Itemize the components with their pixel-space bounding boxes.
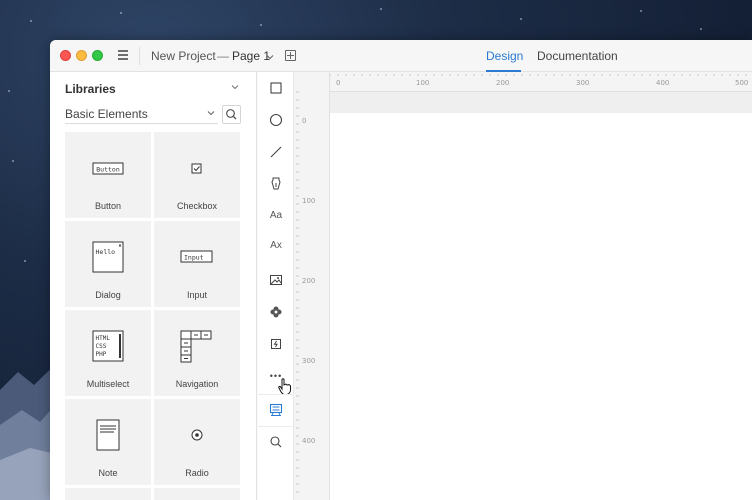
- title-bar: New Project — Page 1 Design Documentatio…: [50, 40, 752, 72]
- ruler-label-y: 0: [302, 117, 307, 125]
- search-icon: [270, 436, 282, 448]
- rectangle-icon: [270, 82, 282, 94]
- ruler-label-x: 500: [735, 79, 749, 87]
- dialog-preview-text: Hello: [96, 248, 116, 256]
- maximize-window-button[interactable]: [92, 50, 103, 61]
- ruler-label-y: 300: [302, 357, 316, 365]
- multiselect-preview-icon: HTML CSS PHP: [92, 330, 124, 362]
- line-tool[interactable]: [266, 142, 286, 162]
- design-canvas[interactable]: 0 100 200 300 400 500 0 100 200 300 400: [294, 72, 752, 500]
- toolbar-divider: [258, 394, 294, 395]
- flash-tool[interactable]: [266, 334, 286, 354]
- ellipse-icon: [269, 113, 283, 127]
- vertical-ruler[interactable]: [294, 72, 330, 500]
- button-preview-text: Button: [96, 166, 120, 174]
- hamburger-menu-icon[interactable]: [118, 50, 128, 60]
- button-preview-icon: Button: [92, 162, 124, 175]
- rectangle-tool[interactable]: [266, 78, 286, 98]
- components-icon: [269, 403, 283, 416]
- add-page-icon[interactable]: [285, 50, 296, 61]
- element-tile-radio[interactable]: Radio: [154, 399, 240, 485]
- element-label: Dialog: [95, 290, 121, 300]
- ruler-label-y: 400: [302, 437, 316, 445]
- flash-icon: [271, 339, 281, 349]
- zoom-tool[interactable]: [266, 432, 286, 452]
- collapse-chevron-icon[interactable]: [231, 83, 239, 91]
- search-icon: [226, 109, 237, 120]
- app-window: New Project — Page 1 Design Documentatio…: [50, 40, 752, 500]
- element-tile-input[interactable]: Input Input: [154, 221, 240, 307]
- ruler-label-x: 300: [576, 79, 590, 87]
- text-tool[interactable]: Aa: [266, 206, 286, 226]
- ruler-label-x: 200: [496, 79, 510, 87]
- input-preview-icon: Input: [180, 250, 213, 263]
- chevron-down-icon[interactable]: [266, 53, 274, 61]
- ellipse-tool[interactable]: [266, 110, 286, 130]
- components-tool[interactable]: [266, 400, 286, 420]
- page-selector[interactable]: Page 1: [232, 49, 270, 63]
- element-tile-note[interactable]: Note: [65, 399, 151, 485]
- image-tool[interactable]: [266, 270, 286, 290]
- titlebar-divider: [139, 47, 140, 65]
- toolbar-divider: [258, 426, 294, 427]
- pen-tool[interactable]: [266, 174, 286, 194]
- multiselect-line-1: HTML: [96, 335, 111, 342]
- input-preview-text: Input: [184, 254, 204, 262]
- ruler-label-x: 0: [336, 79, 341, 87]
- pen-icon: [271, 177, 281, 190]
- chevron-down-icon[interactable]: [207, 109, 215, 117]
- element-label: Navigation: [175, 379, 219, 389]
- element-tile-multiselect[interactable]: HTML CSS PHP Multiselect: [65, 310, 151, 396]
- ruler-label-x: 100: [416, 79, 430, 87]
- ruler-label-y: 200: [302, 277, 316, 285]
- element-label: Checkbox: [176, 201, 218, 211]
- element-tile-partial[interactable]: [154, 488, 240, 500]
- element-label: Multiselect: [86, 379, 130, 389]
- element-label: Note: [98, 468, 118, 478]
- element-tile-partial[interactable]: [65, 488, 151, 500]
- dialog-preview-icon: Hello: [92, 241, 124, 273]
- tab-documentation[interactable]: Documentation: [537, 49, 618, 63]
- navigation-preview-icon: [180, 330, 212, 363]
- element-tile-button[interactable]: Button Button: [65, 132, 151, 218]
- ruler-label-x: 400: [656, 79, 670, 87]
- horizontal-ruler[interactable]: [294, 72, 752, 92]
- multiselect-line-3: PHP: [96, 351, 107, 358]
- element-tile-dialog[interactable]: Hello Dialog: [65, 221, 151, 307]
- libraries-panel: Libraries Basic Elements Button Button C…: [50, 72, 257, 500]
- minimize-window-button[interactable]: [76, 50, 87, 61]
- element-tile-navigation[interactable]: Navigation: [154, 310, 240, 396]
- line-icon: [270, 146, 282, 158]
- flower-icon: [270, 306, 282, 318]
- project-name[interactable]: New Project: [151, 49, 216, 63]
- element-label: Input: [186, 290, 208, 300]
- note-preview-icon: [96, 419, 120, 451]
- element-label: Button: [94, 201, 122, 211]
- multiselect-line-2: CSS: [96, 343, 107, 350]
- radio-preview-icon: [191, 429, 203, 441]
- image-icon: [270, 275, 282, 285]
- libraries-title: Libraries: [65, 82, 116, 96]
- tools-toolbar: Aa Ax •••: [258, 72, 294, 500]
- close-window-button[interactable]: [60, 50, 71, 61]
- text-style-tool[interactable]: Ax: [266, 236, 286, 256]
- artboard[interactable]: [330, 113, 752, 500]
- tab-design[interactable]: Design: [486, 49, 523, 63]
- icon-library-tool[interactable]: [266, 302, 286, 322]
- library-search-button[interactable]: [222, 105, 241, 124]
- element-tile-checkbox[interactable]: Checkbox: [154, 132, 240, 218]
- element-label: Radio: [185, 468, 209, 478]
- title-separator: —: [217, 49, 229, 63]
- select-underline: [65, 123, 218, 124]
- checkbox-preview-icon: [191, 163, 202, 174]
- library-select[interactable]: Basic Elements: [65, 107, 148, 121]
- ruler-label-y: 100: [302, 197, 316, 205]
